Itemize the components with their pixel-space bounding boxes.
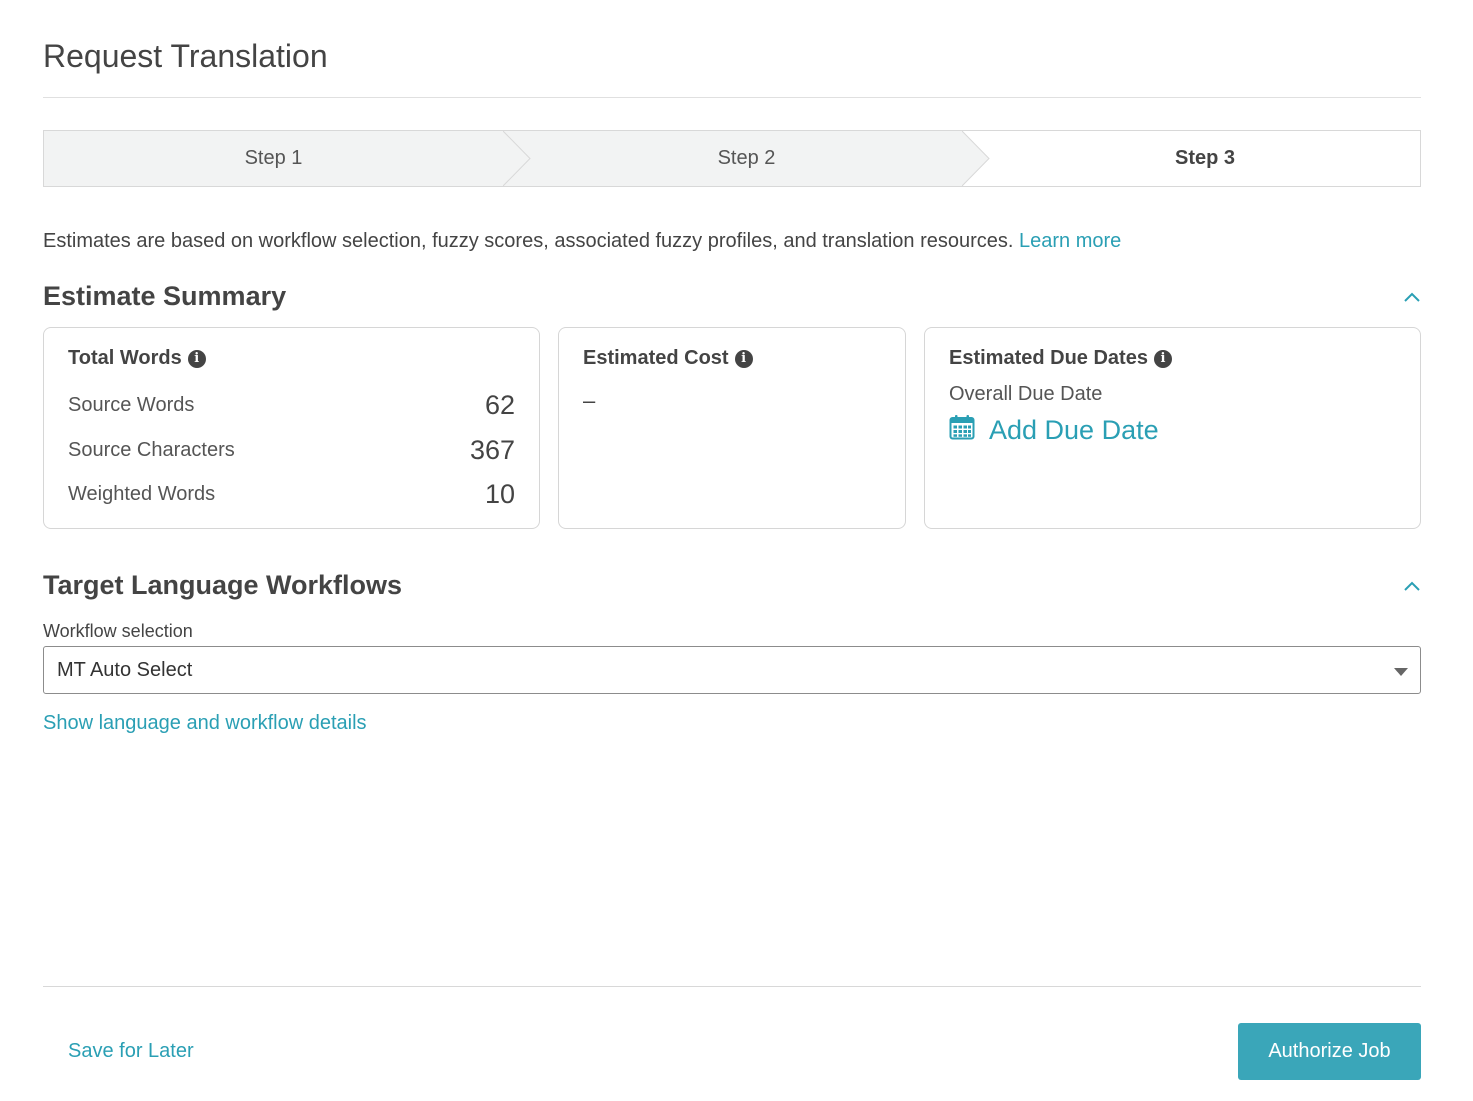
add-due-date-label: Add Due Date [989,415,1159,445]
total-words-title: Total Words i [68,347,206,370]
collapse-estimate-summary-chevron-up-icon[interactable] [1402,290,1422,304]
source-characters-label: Source Characters [68,438,235,461]
weighted-words-label: Weighted Words [68,482,216,505]
estimated-cost-card: Estimated Cost i – [558,327,906,529]
estimate-intro-text: Estimates are based on workflow selectio… [43,230,1014,252]
page-title: Request Translation [43,38,328,74]
info-icon[interactable]: i [187,349,206,368]
source-words-row: Source Words 62 [68,390,515,420]
save-for-later-button[interactable]: Save for Later [68,1040,194,1063]
step-3-label: Step 3 [1174,147,1236,169]
step-separator-1 [503,131,531,186]
estimated-due-dates-title-text: Estimated Due Dates [949,347,1148,369]
collapse-workflows-chevron-up-icon[interactable] [1402,579,1422,593]
estimated-cost-value: – [583,388,596,413]
target-language-workflows-heading: Target Language Workflows [43,570,403,600]
workflow-select-value: MT Auto Select [57,658,193,681]
step-1[interactable]: Step 1 [44,131,503,186]
estimate-summary-heading: Estimate Summary [43,281,287,311]
source-characters-row: Source Characters 367 [68,435,515,465]
learn-more-link[interactable]: Learn more [1019,230,1121,252]
step-separator-2 [962,131,990,186]
info-icon[interactable]: i [1153,349,1172,368]
step-1-label: Step 1 [244,147,303,169]
estimated-cost-title-text: Estimated Cost [583,347,729,369]
stepper: Step 1 Step 2 Step 3 [43,130,1421,187]
info-icon[interactable]: i [734,349,753,368]
step-2[interactable]: Step 2 [503,131,962,186]
estimated-due-dates-title: Estimated Due Dates i [949,347,1172,370]
total-words-title-text: Total Words [68,347,182,369]
caret-down-icon [1394,668,1408,676]
authorize-job-button[interactable]: Authorize Job [1238,1023,1421,1080]
weighted-words-row: Weighted Words 10 [68,479,515,509]
source-words-value: 62 [484,389,515,420]
title-divider [43,97,1421,98]
total-words-card: Total Words i Source Words 62 Source Cha… [43,327,540,529]
estimate-intro: Estimates are based on workflow selectio… [43,230,1121,253]
step-2-label: Step 2 [717,147,776,169]
source-words-label: Source Words [68,393,195,416]
footer-divider [43,986,1421,987]
source-characters-value: 367 [469,434,515,465]
workflow-select[interactable]: MT Auto Select [43,646,1421,694]
step-3[interactable]: Step 3 [962,131,1420,186]
workflow-selection-label: Workflow selection [43,621,193,641]
overall-due-date-label: Overall Due Date [949,383,1103,405]
show-language-workflow-details-link[interactable]: Show language and workflow details [43,712,367,735]
add-due-date-button[interactable]: Add Due Date [949,414,1159,447]
calendar-icon [949,414,975,447]
estimated-due-dates-card: Estimated Due Dates i Overall Due Date A… [924,327,1421,529]
request-translation-dialog: Request Translation Step 1 Step 2 Step 3… [0,0,1473,1101]
weighted-words-value: 10 [484,478,515,509]
estimated-cost-title: Estimated Cost i [583,347,753,370]
